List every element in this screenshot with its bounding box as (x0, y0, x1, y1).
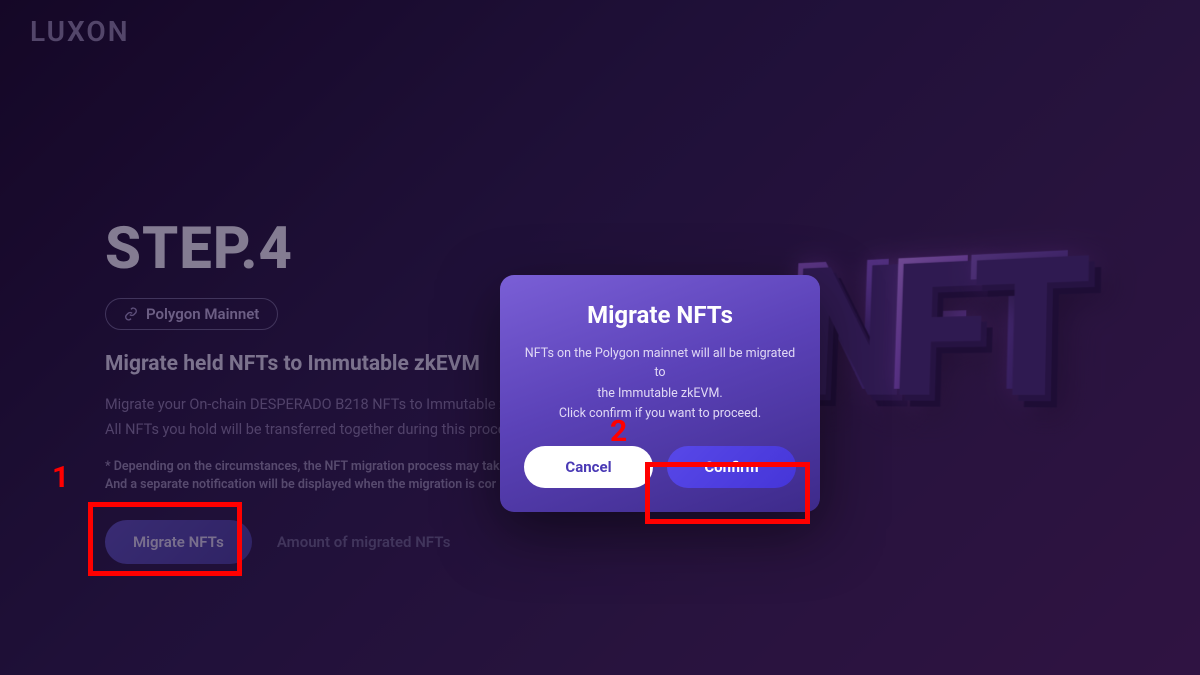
brand-logo: LUXON (30, 15, 130, 48)
action-row: Migrate NFTs Amount of migrated NFTs (105, 520, 685, 564)
modal-text-2: the Immutable zkEVM. (524, 385, 796, 404)
network-badge: Polygon Mainnet (105, 298, 278, 330)
chain-link-icon (124, 307, 138, 321)
nft-letter-t: T (964, 226, 1069, 421)
cancel-button[interactable]: Cancel (524, 446, 653, 488)
callout-number-1: 1 (52, 460, 69, 495)
modal-title: Migrate NFTs (524, 301, 796, 329)
migrate-nfts-button[interactable]: Migrate NFTs (105, 520, 252, 564)
confirm-button[interactable]: Confirm (667, 446, 796, 488)
step-title: STEP.4 (105, 215, 685, 283)
network-label: Polygon Mainnet (146, 305, 259, 323)
modal-text-1: NFTs on the Polygon mainnet will all be … (524, 345, 796, 383)
nft-3d-graphic: N F T (765, 230, 1165, 550)
migrated-amount-label: Amount of migrated NFTs (277, 533, 451, 551)
nft-letter-f: F (884, 232, 969, 420)
modal-text-3: Click confirm if you want to proceed. (524, 405, 796, 424)
migrate-modal: Migrate NFTs NFTs on the Polygon mainnet… (500, 275, 820, 512)
modal-button-row: Cancel Confirm (524, 446, 796, 488)
callout-number-2: 2 (610, 414, 627, 449)
